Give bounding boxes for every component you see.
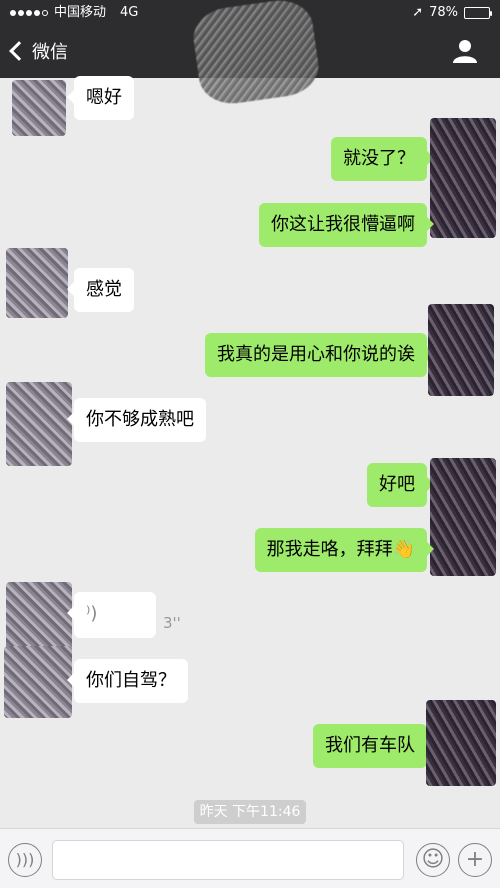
contact-avatar[interactable]: [12, 80, 66, 136]
network-label: 4G: [120, 5, 139, 20]
message-bubble[interactable]: 就没了？: [331, 137, 434, 181]
location-arrow-icon: ➚: [412, 5, 424, 20]
message-text: 我真的是用心和你说的诶: [217, 344, 415, 365]
message-text: 感觉: [86, 279, 122, 300]
message-bubble[interactable]: 你不够成熟吧: [67, 398, 206, 442]
carrier-label: 中国移动: [54, 5, 107, 20]
back-label: 微信: [32, 42, 68, 63]
message-text: 嗯好: [86, 87, 122, 108]
message-text: 那我走咯，拜拜👋: [266, 539, 415, 560]
my-avatar[interactable]: [426, 700, 496, 786]
message-input[interactable]: [52, 840, 404, 880]
chevron-left-icon: [9, 41, 29, 61]
status-left: 中国移动 4G: [10, 0, 138, 26]
message-bubble[interactable]: 好吧: [367, 463, 434, 507]
person-icon[interactable]: [452, 38, 478, 64]
my-avatar[interactable]: [428, 304, 494, 396]
more-button[interactable]: +: [458, 843, 492, 877]
message-text: 你不够成熟吧: [86, 409, 194, 430]
my-avatar[interactable]: [430, 118, 496, 238]
message-text: 你这让我很懵逼啊: [271, 214, 415, 235]
contact-avatar[interactable]: [6, 382, 72, 466]
message-text: 好吧: [379, 474, 415, 495]
message-bubble[interactable]: 我真的是用心和你说的诶: [205, 333, 434, 377]
contact-avatar[interactable]: [6, 248, 68, 318]
back-button[interactable]: 微信: [9, 38, 68, 64]
message-bubble[interactable]: 我们有车队: [313, 724, 434, 768]
voice-duration: 3'': [163, 614, 181, 632]
my-avatar[interactable]: [430, 458, 496, 576]
signal-icon: [10, 10, 48, 16]
voice-input-button[interactable]: ))): [8, 843, 42, 877]
status-right: ➚ 78%: [412, 0, 492, 26]
input-bar: ))) ☺ +: [0, 828, 500, 888]
timestamp-badge: 昨天 下午11:46: [194, 800, 306, 824]
message-bubble[interactable]: 感觉: [67, 268, 134, 312]
contact-avatar[interactable]: [4, 646, 72, 718]
message-bubble[interactable]: 你们自驾？: [67, 659, 188, 703]
voice-message-bubble[interactable]: ⁾): [67, 592, 156, 638]
battery-icon: [464, 7, 492, 19]
message-text: 我们有车队: [325, 735, 415, 756]
battery-percent: 78%: [429, 5, 458, 20]
message-text: 就没了？: [343, 148, 415, 169]
message-bubble[interactable]: 你这让我很懵逼啊: [259, 203, 434, 247]
voice-wave-icon: ⁾): [86, 603, 98, 624]
message-text: 你们自驾？: [86, 670, 176, 691]
message-bubble[interactable]: 嗯好: [67, 76, 134, 120]
redacted-title: [189, 0, 323, 108]
contact-avatar[interactable]: [6, 582, 72, 654]
voice-icon: ))): [15, 850, 35, 869]
plus-icon: +: [465, 847, 485, 872]
smile-icon: ☺: [421, 847, 445, 872]
emoji-button[interactable]: ☺: [416, 843, 450, 877]
message-bubble[interactable]: 那我走咯，拜拜👋: [254, 528, 435, 572]
